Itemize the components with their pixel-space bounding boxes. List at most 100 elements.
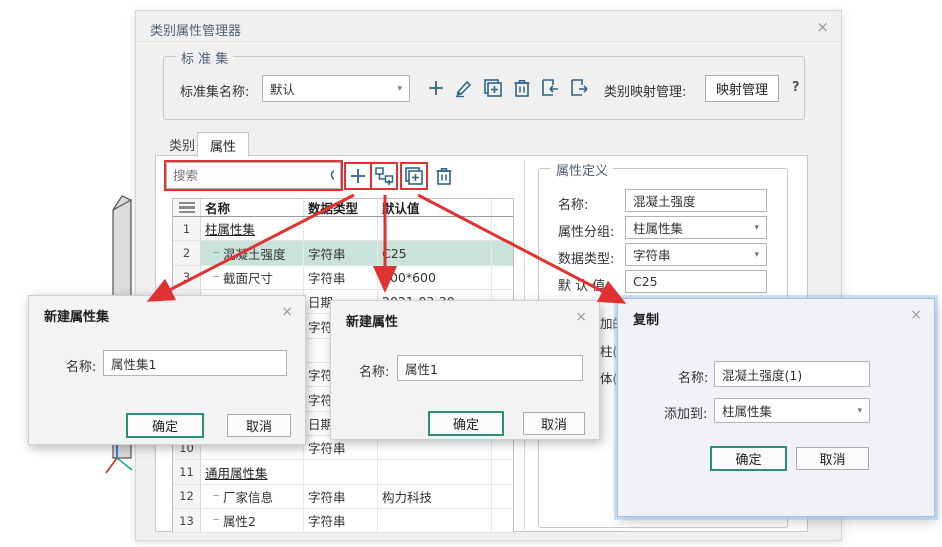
cell-default: 600*600: [378, 266, 492, 289]
property-definition-legend: 属性定义: [551, 160, 613, 179]
table-row[interactable]: 11通用属性集: [173, 460, 513, 484]
copy-standard-set-icon[interactable]: [481, 76, 505, 100]
cell-default: [378, 217, 492, 240]
pd-name-label: 名称:: [558, 194, 588, 213]
cell-name: 通用属性集: [201, 460, 304, 483]
copy-dialog: 复制 × 名称: 混凝土强度(1) 添加到: 柱属性集▾ 确定 取消: [617, 298, 935, 517]
window-title: 类别属性管理器: [150, 20, 241, 39]
header-type[interactable]: 数据类型: [304, 199, 378, 216]
new-property-dialog: 新建属性 × 名称: 属性1 确定 取消: [330, 300, 600, 440]
name-value: 属性集1: [111, 354, 156, 373]
standard-set-name-combobox[interactable]: 默认 ▾: [262, 75, 410, 102]
cancel-button[interactable]: 取消: [227, 414, 291, 437]
table-row[interactable]: 3─截面尺寸字符串600*600: [173, 266, 513, 290]
tree-branch-icon: ─: [213, 248, 219, 259]
cancel-button[interactable]: 取消: [523, 412, 585, 435]
mapping-manage-button[interactable]: 映射管理: [705, 75, 779, 102]
cell-name: ─厂家信息: [201, 485, 304, 508]
export-icon[interactable]: [567, 76, 591, 100]
add-property-set-button[interactable]: [346, 164, 370, 188]
name-input[interactable]: 属性集1: [103, 350, 287, 376]
chevron-down-icon: ▾: [857, 406, 862, 416]
pd-type-combobox[interactable]: 字符串 ▾: [625, 243, 767, 266]
delete-standard-set-icon[interactable]: [510, 76, 534, 100]
pd-group-value: 柱属性集: [633, 218, 683, 237]
chevron-down-icon: ▾: [754, 250, 759, 260]
table-row[interactable]: 1柱属性集: [173, 217, 513, 241]
search-input[interactable]: [173, 168, 329, 183]
edit-icon[interactable]: [452, 76, 476, 100]
table-row[interactable]: 2─混凝土强度字符串C25: [173, 241, 513, 265]
ok-button[interactable]: 确定: [428, 411, 504, 436]
cancel-button[interactable]: 取消: [796, 447, 869, 470]
cell-type: 字符串: [304, 509, 378, 532]
row-number: 2: [173, 241, 201, 264]
header-default[interactable]: 默认值: [378, 199, 492, 216]
tab-property[interactable]: 属性: [197, 132, 249, 157]
row-number: 13: [173, 509, 201, 532]
close-icon[interactable]: ×: [281, 304, 293, 320]
x-axis: [106, 458, 117, 473]
pd-default-label: 默 认 值:: [558, 275, 610, 294]
pd-name-input[interactable]: 混凝土强度: [625, 189, 767, 212]
cell-type: [304, 460, 378, 483]
row-number: 3: [173, 266, 201, 289]
standard-set-legend: 标 准 集: [176, 48, 233, 67]
cell-extra: [492, 460, 513, 483]
import-icon[interactable]: [538, 76, 562, 100]
row-number: 11: [173, 460, 201, 483]
pd-group-combobox[interactable]: 柱属性集▾: [625, 216, 767, 239]
new-property-set-dialog: 新建属性集 × 名称: 属性集1 确定 取消: [28, 295, 306, 445]
pd-name-value: 混凝土强度: [633, 191, 696, 210]
pd-default-input[interactable]: C25: [625, 270, 767, 293]
row-number: 1: [173, 217, 201, 240]
chevron-down-icon: ▾: [397, 84, 402, 94]
cell-extra: [492, 485, 513, 508]
dialog-title: 新建属性: [346, 311, 398, 330]
cell-name: ─截面尺寸: [201, 266, 304, 289]
search-input-wrap: [166, 162, 341, 189]
name-value: 属性1: [405, 359, 438, 378]
cell-type: 字符串: [304, 485, 378, 508]
title-separator: [136, 41, 841, 42]
cell-default: C25: [378, 241, 492, 264]
dialog-title: 复制: [633, 309, 659, 328]
copy-property-button[interactable]: [402, 164, 426, 188]
mapping-label: 类别映射管理:: [604, 81, 686, 100]
header-name[interactable]: 名称: [201, 199, 304, 216]
occluded-category-list-fragment: 柱(: [600, 341, 618, 360]
name-value: 混凝土强度(1): [722, 365, 802, 384]
delete-property-icon[interactable]: [432, 164, 456, 188]
add-standard-set-button[interactable]: [424, 76, 448, 100]
name-input[interactable]: 属性1: [397, 355, 583, 381]
pd-type-value: 字符串: [633, 245, 671, 264]
cell-type: [304, 217, 378, 240]
cell-default: 构力科技: [378, 485, 492, 508]
window-close-icon[interactable]: ×: [816, 18, 829, 36]
cell-default: [378, 460, 492, 483]
name-label: 名称:: [678, 367, 708, 386]
table-row[interactable]: 12─厂家信息字符串构力科技: [173, 485, 513, 509]
name-input[interactable]: 混凝土强度(1): [714, 361, 870, 387]
occluded-category-list-fragment: 加的: [600, 313, 618, 332]
help-icon[interactable]: ?: [792, 80, 800, 95]
add-property-button[interactable]: [372, 164, 396, 188]
close-icon[interactable]: ×: [910, 307, 922, 323]
cell-extra: [492, 266, 513, 289]
cell-name: ─混凝土强度: [201, 241, 304, 264]
close-icon[interactable]: ×: [575, 309, 587, 325]
cell-type: 字符串: [304, 266, 378, 289]
ok-button[interactable]: 确定: [710, 446, 787, 471]
ok-button[interactable]: 确定: [126, 413, 204, 438]
drag-handle-icon[interactable]: [173, 199, 201, 216]
cell-extra: [492, 217, 513, 240]
pd-group-label: 属性分组:: [558, 221, 614, 240]
pd-type-label: 数据类型:: [558, 248, 614, 267]
tree-branch-icon: ─: [213, 515, 219, 526]
table-row[interactable]: 13─属性2字符串: [173, 509, 513, 533]
dialog-title: 新建属性集: [44, 306, 109, 325]
add-to-combobox[interactable]: 柱属性集▾: [714, 398, 870, 423]
table-header: 名称 数据类型 默认值: [173, 199, 513, 217]
standard-set-name-value: 默认: [270, 79, 295, 98]
name-label: 名称:: [359, 361, 389, 380]
